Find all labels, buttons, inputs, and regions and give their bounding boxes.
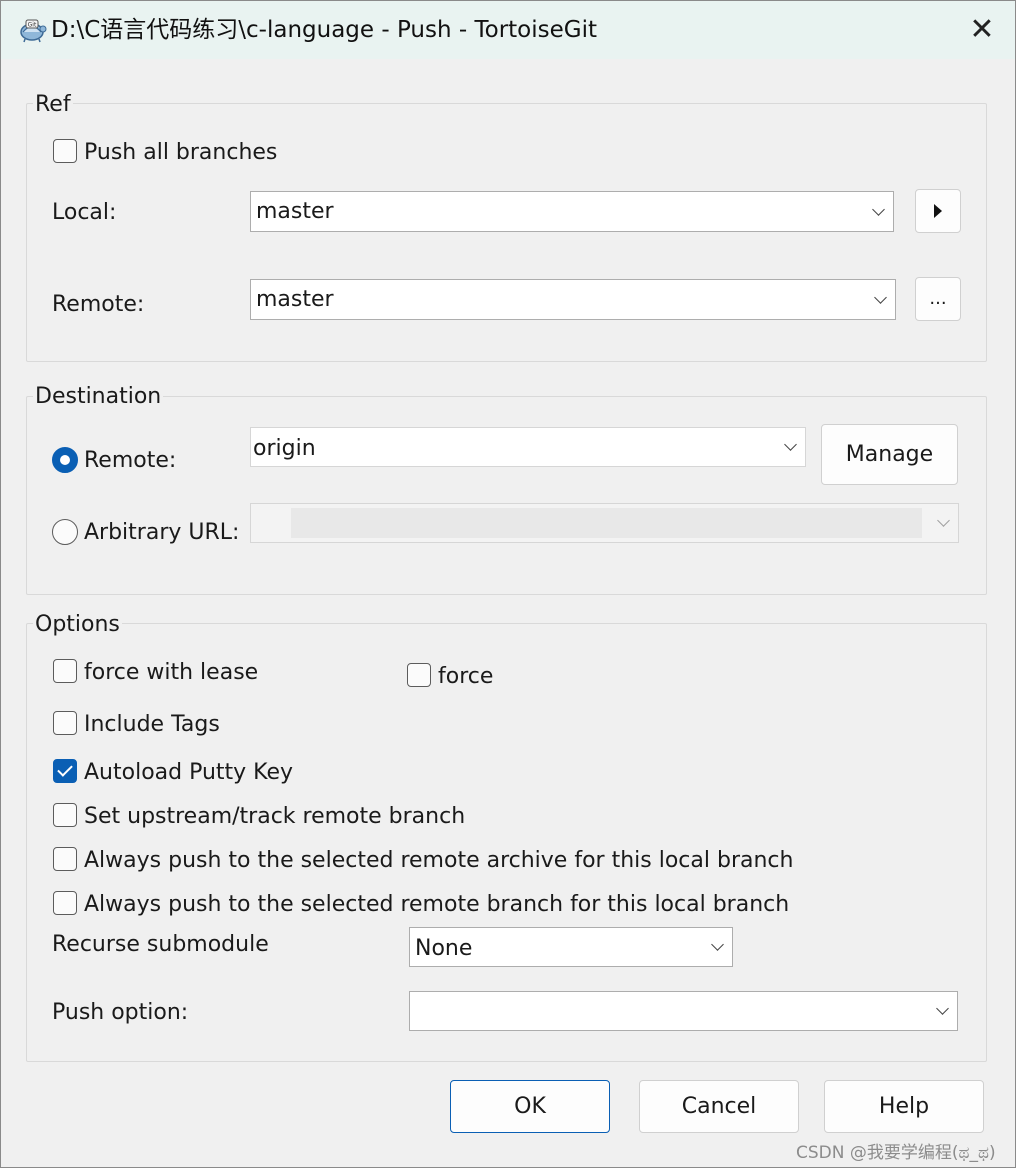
push-option-label: Push option: [52, 1000, 189, 1025]
chevron-down-icon [936, 1002, 949, 1015]
manage-button[interactable]: Manage [821, 424, 958, 485]
remote-branch-value: master [256, 287, 334, 312]
set-upstream-checkbox[interactable] [53, 803, 77, 827]
ok-button[interactable]: OK [450, 1080, 610, 1133]
arbitrary-url-combo[interactable] [250, 503, 959, 543]
always-push-branch-label[interactable]: Always push to the selected remote branc… [84, 892, 789, 918]
remote-origin-value: origin [253, 436, 316, 461]
chevron-down-icon [711, 938, 724, 951]
local-branch-combo[interactable]: master [250, 191, 894, 232]
force-checkbox[interactable] [407, 663, 431, 687]
window-title: D:\C语言代码练习\c-language - Push - TortoiseG… [51, 17, 598, 43]
set-upstream-label[interactable]: Set upstream/track remote branch [84, 804, 465, 830]
include-tags-label[interactable]: Include Tags [84, 712, 220, 738]
remote-radio-label[interactable]: Remote: [84, 448, 176, 474]
right-triangle-icon [934, 204, 942, 218]
svg-text:Git: Git [28, 22, 37, 29]
ref-group-label: Ref [33, 92, 73, 118]
include-tags-checkbox[interactable] [53, 711, 77, 735]
push-dialog: Git D:\C语言代码练习\c-language - Push - Torto… [0, 0, 1016, 1168]
local-label: Local: [52, 200, 117, 225]
always-push-archive-checkbox[interactable] [53, 847, 77, 871]
recurse-submodule-value: None [415, 936, 473, 961]
recurse-submodule-label: Recurse submodule [52, 932, 269, 957]
arbitrary-url-radio[interactable] [52, 519, 78, 545]
force-label[interactable]: force [438, 664, 493, 690]
tortoisegit-icon: Git [20, 19, 47, 43]
autoload-putty-key-label[interactable]: Autoload Putty Key [84, 760, 293, 786]
chevron-down-icon [784, 438, 797, 451]
always-push-branch-checkbox[interactable] [53, 891, 77, 915]
close-button[interactable]: ✕ [956, 7, 1008, 53]
title-bar[interactable]: Git D:\C语言代码练习\c-language - Push - Torto… [1, 1, 1015, 59]
local-branch-browse-button[interactable] [915, 189, 961, 233]
destination-group-label: Destination [33, 384, 164, 410]
chevron-down-icon [872, 202, 885, 216]
chevron-down-icon [874, 290, 887, 304]
remote-origin-combo[interactable]: origin [250, 427, 806, 467]
force-with-lease-label[interactable]: force with lease [84, 660, 258, 686]
remote-branch-label: Remote: [52, 292, 145, 317]
remote-branch-combo[interactable]: master [250, 279, 896, 320]
push-option-combo[interactable] [409, 991, 958, 1031]
help-button[interactable]: Help [824, 1080, 984, 1133]
force-with-lease-checkbox[interactable] [53, 659, 77, 683]
remote-branch-browse-button[interactable]: ... [915, 277, 961, 321]
push-all-branches-label[interactable]: Push all branches [84, 140, 277, 166]
close-icon: ✕ [969, 12, 995, 47]
arbitrary-url-label[interactable]: Arbitrary URL: [84, 520, 239, 546]
chevron-down-icon [937, 514, 950, 527]
arbitrary-url-field [291, 508, 922, 538]
always-push-archive-label[interactable]: Always push to the selected remote archi… [84, 848, 793, 874]
options-group-label: Options [33, 612, 122, 638]
watermark: CSDN @我要学编程(ಥ_ಥ) [796, 1143, 996, 1163]
push-all-branches-checkbox[interactable] [53, 139, 77, 163]
cancel-button[interactable]: Cancel [639, 1080, 799, 1133]
autoload-putty-key-checkbox[interactable] [53, 759, 77, 783]
local-branch-value: master [256, 199, 334, 224]
recurse-submodule-combo[interactable]: None [409, 927, 733, 967]
remote-radio[interactable] [52, 447, 78, 473]
